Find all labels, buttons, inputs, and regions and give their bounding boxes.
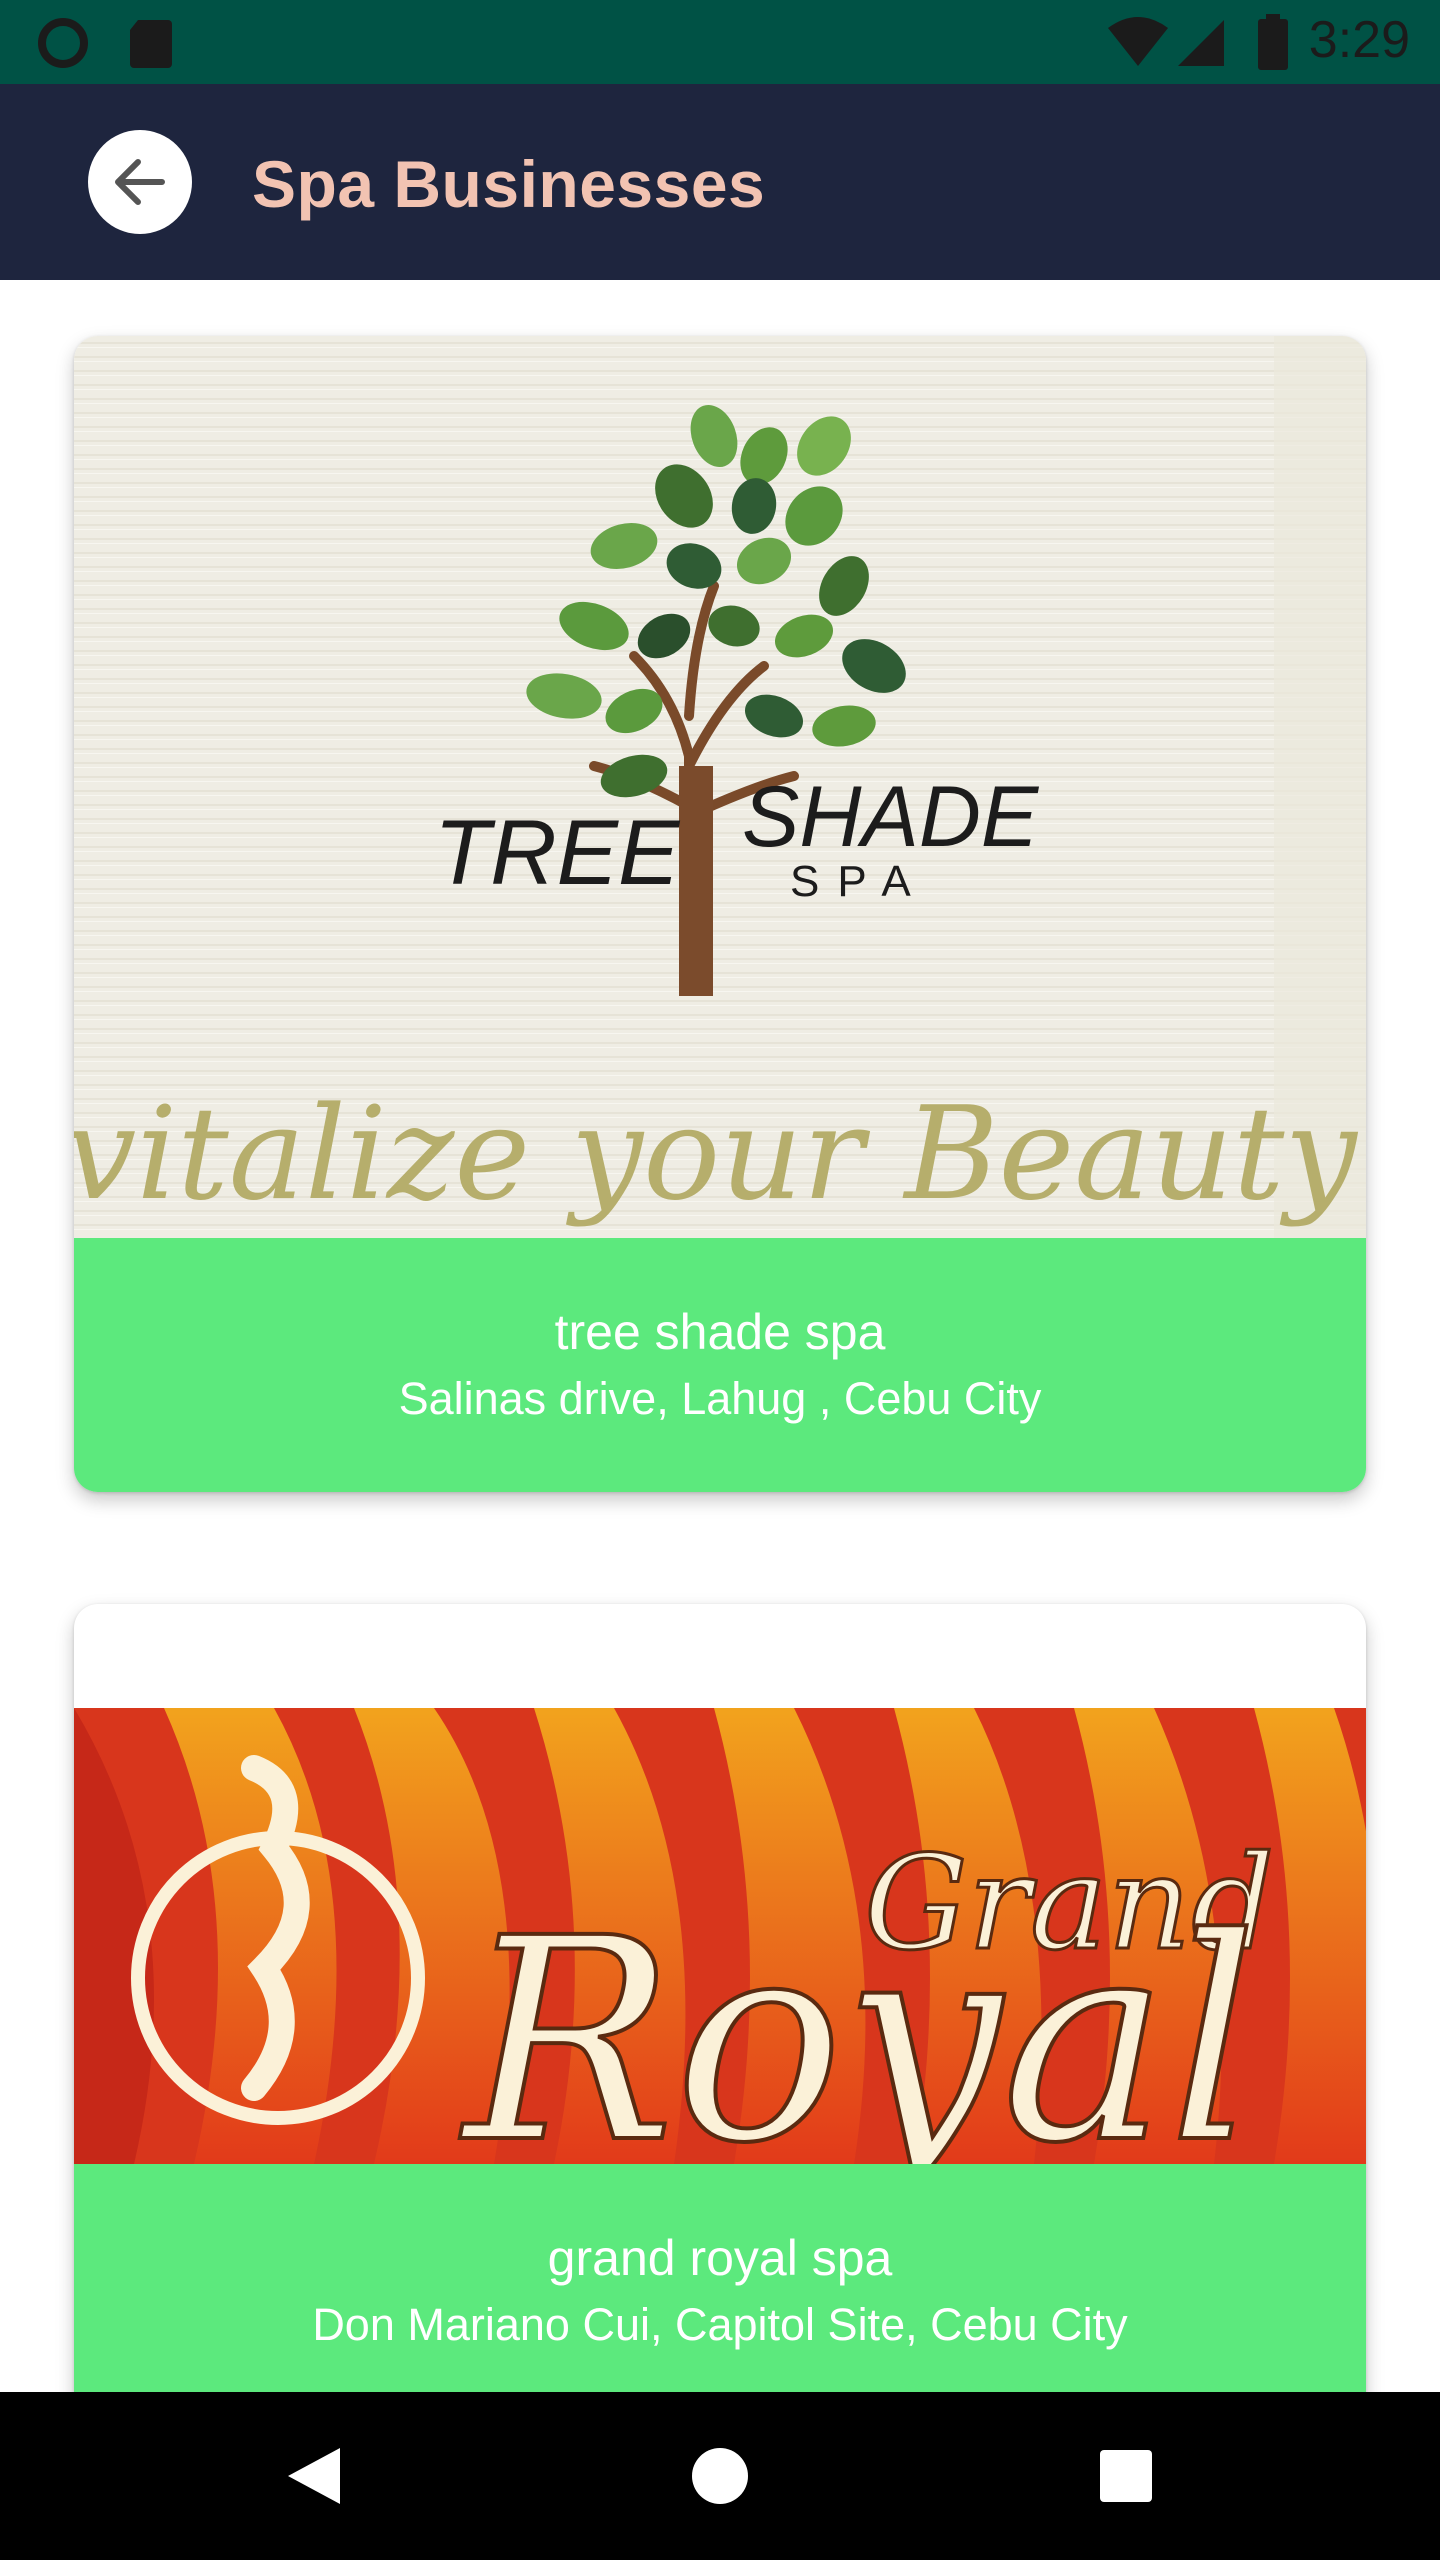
cell-signal-icon <box>1178 20 1224 66</box>
svg-text:vitalize your Beauty: vitalize your Beauty <box>74 1080 1358 1229</box>
battery-icon <box>1258 14 1288 70</box>
business-info: tree shade spa Salinas drive, Lahug , Ce… <box>74 1238 1366 1492</box>
business-address: Don Mariano Cui, Capitol Site, Cebu City <box>312 2299 1128 2350</box>
status-time: 3:29 <box>1308 11 1410 69</box>
business-image: Grand Royal <box>74 1708 1366 2164</box>
sd-card-icon <box>130 20 172 68</box>
nav-home-button[interactable] <box>670 2426 770 2526</box>
business-card[interactable]: Grand Royal grand royal spa Don Mariano … <box>74 1604 1366 2392</box>
business-name: tree shade spa <box>554 1304 886 1360</box>
arrow-back-icon <box>115 159 165 205</box>
grand-royal-spa-logo: Grand Royal <box>74 1708 1366 2164</box>
nav-recents-button[interactable] <box>1076 2426 1176 2526</box>
back-button[interactable] <box>88 130 192 234</box>
page-title: Spa Businesses <box>252 147 766 221</box>
wifi-icon <box>1108 17 1168 66</box>
home-circle-icon <box>692 2448 748 2504</box>
business-card[interactable]: TREE SHADE SPA vitalize your Beauty tree… <box>74 336 1366 1492</box>
sync-circle-icon <box>38 18 88 68</box>
business-name: grand royal spa <box>547 2230 893 2286</box>
business-image: TREE SHADE SPA vitalize your Beauty <box>74 336 1366 1238</box>
svg-text:SPA: SPA <box>790 857 929 906</box>
svg-text:TREE: TREE <box>434 802 681 904</box>
business-address: Salinas drive, Lahug , Cebu City <box>398 1373 1042 1424</box>
recents-square-icon <box>1100 2450 1152 2502</box>
business-info: grand royal spa Don Mariano Cui, Capitol… <box>74 2164 1366 2392</box>
svg-text:Royal: Royal <box>460 1879 1258 2164</box>
business-list[interactable]: TREE SHADE SPA vitalize your Beauty tree… <box>0 280 1440 2392</box>
system-nav-bar <box>0 2392 1440 2560</box>
tree-shade-spa-logo: TREE SHADE SPA vitalize your Beauty <box>74 336 1366 1238</box>
app-bar: Spa Businesses <box>0 84 1440 280</box>
status-bar: 3:29 <box>0 0 1440 84</box>
back-triangle-icon <box>288 2448 340 2504</box>
nav-back-button[interactable] <box>264 2426 364 2526</box>
svg-text:SHADE: SHADE <box>742 769 1040 865</box>
